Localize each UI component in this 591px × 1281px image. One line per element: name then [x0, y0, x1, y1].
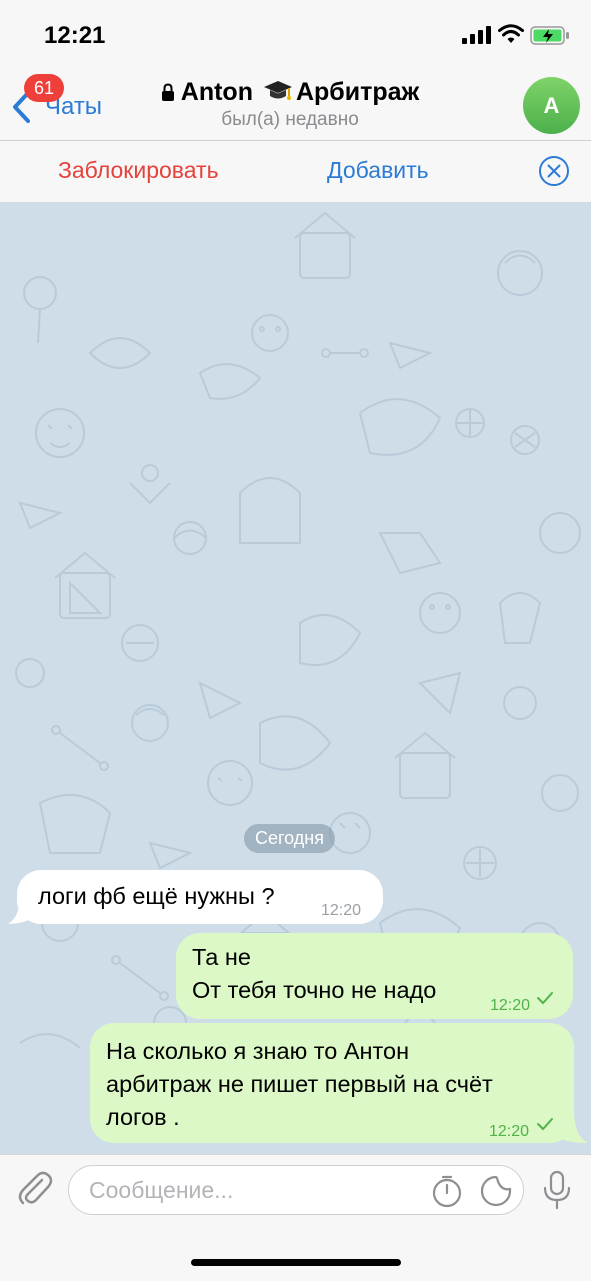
chat-title-first-part: Anton: [180, 78, 253, 106]
self-destruct-timer-icon[interactable]: [430, 1174, 464, 1208]
chat-status-subtitle: был(а) недавно: [221, 109, 359, 130]
add-contact-button[interactable]: Добавить: [327, 157, 429, 184]
message-time: 12:20: [490, 997, 531, 1014]
attach-paperclip-icon[interactable]: [14, 1168, 54, 1208]
block-button[interactable]: Заблокировать: [58, 157, 219, 184]
sent-check-icon: [537, 1118, 553, 1131]
wifi-icon: [498, 24, 524, 43]
microphone-icon[interactable]: [541, 1170, 573, 1210]
incoming-message[interactable]: логи фб ещё нужны ? 12:20: [17, 870, 383, 924]
chat-title: Anton Арбитраж: [150, 78, 430, 107]
sent-check-icon: [537, 992, 553, 1005]
graduation-cap-icon: [263, 81, 292, 100]
chat-title-second-part: Арбитраж: [295, 78, 420, 106]
message-text-line: На сколько я знаю то Антон: [106, 1038, 410, 1064]
message-text-line: Та не: [192, 944, 251, 970]
chat-header[interactable]: Anton Арбитраж был(а) недавно: [150, 78, 430, 131]
outgoing-message[interactable]: Та не От тебя точно не надо 12:20: [176, 933, 573, 1019]
message-time: 12:20: [489, 1123, 530, 1140]
cellular-signal-icon: [462, 26, 491, 44]
message-text: логи фб ещё нужны ?: [38, 883, 275, 909]
unread-count-badge: 61: [24, 74, 64, 102]
sticker-icon[interactable]: [480, 1175, 512, 1207]
status-time: 12:21: [44, 22, 106, 49]
home-indicator: [191, 1259, 401, 1266]
message-text-line: арбитраж не пишет первый на счёт: [106, 1071, 493, 1097]
outgoing-message[interactable]: На сколько я знаю то Антон арбитраж не п…: [90, 1023, 574, 1143]
date-separator: Сегодня: [244, 824, 335, 853]
lock-icon: [161, 83, 174, 101]
message-time: 12:20: [321, 902, 362, 919]
close-icon[interactable]: [538, 155, 570, 187]
battery-charging-icon: [530, 26, 569, 45]
avatar[interactable]: A: [523, 77, 580, 134]
